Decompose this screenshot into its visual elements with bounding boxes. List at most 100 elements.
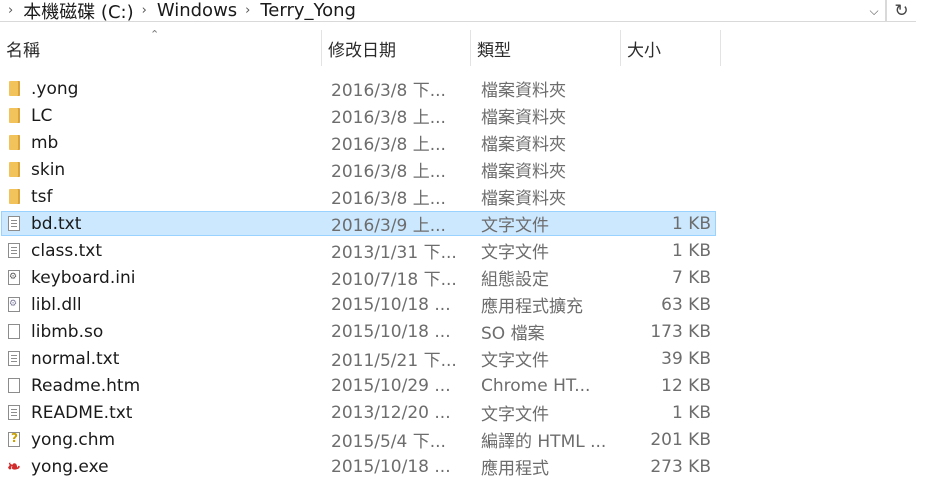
file-name: Readme.htm	[31, 375, 141, 396]
file-type: 應用程式擴充	[481, 297, 583, 317]
folder-icon	[5, 75, 23, 102]
file-row[interactable]: README.txt 2013/12/20 ... 文字文件 1 KB	[0, 399, 930, 426]
file-size: 12 KB	[661, 375, 711, 396]
file-type: 文字文件	[481, 351, 549, 371]
file-row[interactable]: libl.dll 2015/10/18 ... 應用程式擴充 63 KB	[0, 291, 930, 318]
file-row[interactable]: yong.chm 2015/5/4 下... 編譯的 HTML ... 201 KB	[0, 426, 930, 453]
file-name: skin	[31, 159, 66, 180]
file-size	[622, 156, 711, 183]
file-name: .yong	[31, 78, 79, 99]
column-header-date[interactable]: 修改日期	[322, 30, 471, 66]
file-size: 201 KB	[650, 429, 711, 450]
file-row[interactable]: ❧ yong.exe 2015/10/18 ... 應用程式 273 KB	[0, 453, 930, 480]
file-row[interactable]: Readme.htm 2015/10/29 ... Chrome HT... 12 K…	[0, 372, 930, 399]
file-name: tsf	[31, 186, 53, 207]
file-name: class.txt	[31, 240, 102, 261]
file-type: 應用程式	[481, 459, 549, 479]
file-size: 173 KB	[650, 321, 711, 342]
file-row[interactable]: mb 2016/3/8 上... 檔案資料夾	[0, 129, 930, 156]
file-name: mb	[31, 132, 59, 153]
file-date: 2016/3/8 上...	[331, 108, 446, 128]
file-type: 檔案資料夾	[481, 81, 566, 101]
file-size	[622, 183, 711, 210]
file-type: 編譯的 HTML ...	[481, 432, 607, 452]
file-name: LC	[31, 105, 53, 126]
file-date: 2015/10/18 ...	[331, 456, 451, 477]
file-date: 2013/1/31 下...	[331, 243, 457, 263]
file-name: normal.txt	[31, 348, 120, 369]
chevron-right-icon[interactable]: ›	[8, 3, 13, 18]
file-date: 2016/3/8 上...	[331, 135, 446, 155]
chevron-right-icon[interactable]: ›	[245, 3, 250, 18]
file-size: 7 KB	[671, 267, 711, 288]
file-size: 63 KB	[661, 294, 711, 315]
file-type: Chrome HT...	[481, 375, 591, 396]
file-type: SO 檔案	[481, 324, 545, 344]
file-size	[622, 75, 711, 102]
dll-file-icon	[5, 291, 23, 318]
column-header-size[interactable]: 大小	[621, 30, 721, 66]
file-row[interactable]: LC 2016/3/8 上... 檔案資料夾	[0, 102, 930, 129]
file-row[interactable]: normal.txt 2011/5/21 下... 文字文件 39 KB	[0, 345, 930, 372]
file-list: .yong 2016/3/8 下... 檔案資料夾 LC 2016/3/8 上... 檔案…	[0, 75, 930, 480]
file-date: 2016/3/8 上...	[331, 189, 446, 209]
file-type: 檔案資料夾	[481, 189, 566, 209]
file-row[interactable]: skin 2016/3/8 上... 檔案資料夾	[0, 156, 930, 183]
file-type: 文字文件	[481, 216, 549, 236]
file-name: libmb.so	[31, 321, 104, 342]
file-date: 2016/3/8 下...	[331, 81, 446, 101]
file-date: 2010/7/18 下...	[331, 270, 457, 290]
folder-icon	[5, 183, 23, 210]
file-row[interactable]: class.txt 2013/1/31 下... 文字文件 1 KB	[0, 237, 930, 264]
file-name: bd.txt	[31, 213, 82, 234]
address-bar[interactable]: › 本機磁碟 (C:) › Windows › Terry_Yong ⌵	[0, 0, 886, 24]
file-size	[622, 129, 711, 156]
file-row[interactable]: tsf 2016/3/8 上... 檔案資料夾	[0, 183, 930, 210]
folder-icon	[5, 156, 23, 183]
file-date: 2016/3/9 上...	[331, 216, 446, 236]
file-type: 組態設定	[481, 270, 549, 290]
file-name: keyboard.ini	[31, 267, 136, 288]
exe-icon: ❧	[7, 456, 21, 476]
text-file-icon	[5, 345, 23, 372]
file-type: 檔案資料夾	[481, 135, 566, 155]
file-size: 1 KB	[671, 402, 711, 423]
column-header-name[interactable]: 名稱	[0, 30, 322, 66]
file-date: 2015/10/18 ...	[331, 321, 451, 342]
file-size: 1 KB	[671, 240, 711, 261]
config-file-icon	[5, 264, 23, 291]
file-row[interactable]: libmb.so 2015/10/18 ... SO 檔案 173 KB	[0, 318, 930, 345]
file-row[interactable]: keyboard.ini 2010/7/18 下... 組態設定 7 KB	[0, 264, 930, 291]
file-size	[622, 102, 711, 129]
file-type: 文字文件	[481, 243, 549, 263]
folder-icon	[5, 129, 23, 156]
column-header-type[interactable]: 類型	[471, 30, 621, 66]
breadcrumb-drive[interactable]: 本機磁碟 (C:)	[23, 0, 133, 24]
help-file-icon	[5, 426, 23, 453]
file-name: yong.exe	[31, 456, 109, 477]
breadcrumb-terry-yong[interactable]: Terry_Yong	[260, 0, 356, 21]
file-name: README.txt	[31, 402, 133, 423]
column-header: ⌃ 名稱 修改日期 類型 大小	[0, 28, 930, 66]
file-size: 273 KB	[650, 456, 711, 477]
file-name: yong.chm	[31, 429, 116, 450]
file-row[interactable]: bd.txt 2016/3/9 上... 文字文件 1 KB	[0, 210, 930, 237]
chevron-right-icon[interactable]: ›	[142, 3, 147, 18]
file-date: 2015/10/18 ...	[331, 294, 451, 315]
text-file-icon	[5, 399, 23, 426]
text-file-icon	[5, 210, 23, 237]
breadcrumb-windows[interactable]: Windows	[157, 0, 237, 21]
file-row[interactable]: .yong 2016/3/8 下... 檔案資料夾	[0, 75, 930, 102]
text-file-icon	[5, 237, 23, 264]
blank-file-icon	[5, 372, 23, 399]
file-date: 2011/5/21 下...	[331, 351, 457, 371]
file-type: 檔案資料夾	[481, 162, 566, 182]
blank-file-icon	[5, 318, 23, 345]
folder-icon	[5, 102, 23, 129]
chevron-down-icon[interactable]: ⌵	[862, 0, 886, 22]
file-date: 2016/3/8 上...	[331, 162, 446, 182]
file-size: 1 KB	[671, 213, 711, 234]
file-type: 檔案資料夾	[481, 108, 566, 128]
file-date: 2013/12/20 ...	[331, 402, 451, 423]
refresh-icon[interactable]: ↻	[886, 0, 916, 22]
